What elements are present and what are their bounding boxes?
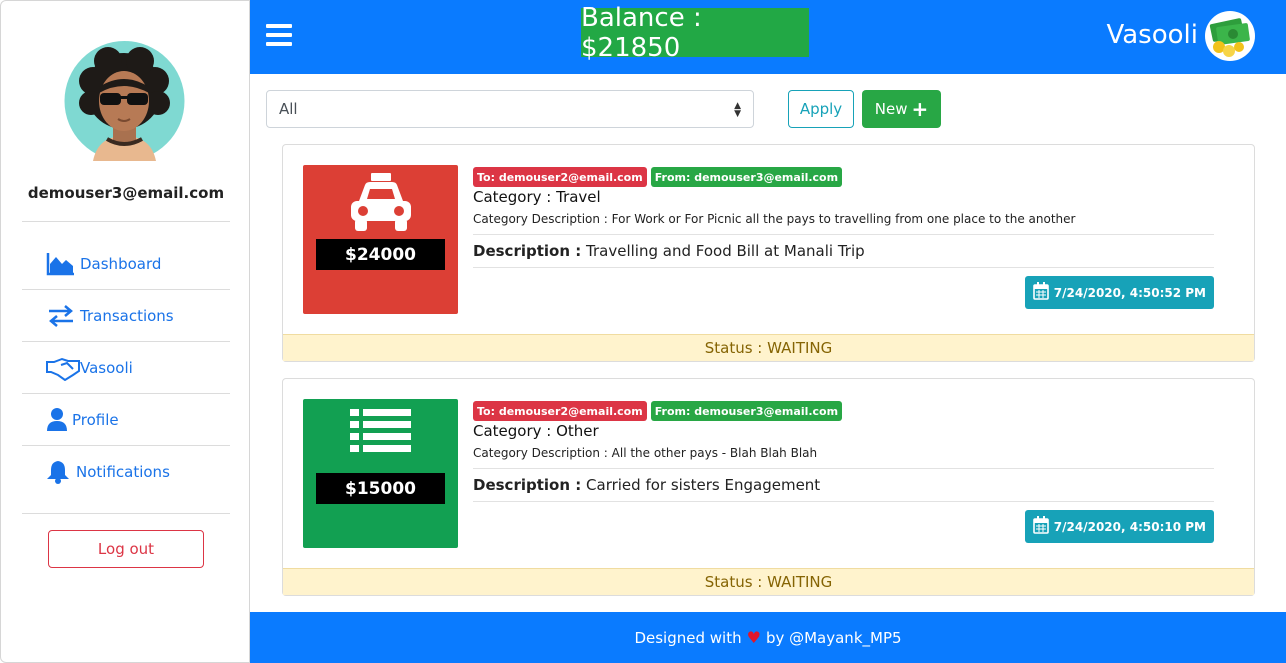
footer: Designed with ♥ by @Mayank_MP5 — [250, 612, 1286, 663]
sidebar-item-profile[interactable]: Profile — [22, 394, 230, 446]
sidebar-item-label: Transactions — [80, 307, 174, 325]
date-badge: 7/24/2020, 4:50:10 PM — [1024, 510, 1214, 543]
category-title: Category : Travel — [473, 188, 601, 206]
status-bar: Status : WAITING — [283, 334, 1254, 361]
brand-name[interactable]: Vasooli — [1106, 20, 1198, 50]
transaction-card[interactable]: $24000 To: demouser2@email.com From: dem… — [282, 144, 1255, 362]
sidebar-item-dashboard[interactable]: Dashboard — [22, 238, 230, 290]
to-badge: To: demouser2@email.com — [473, 401, 647, 421]
apply-button[interactable]: Apply — [788, 90, 854, 128]
to-badge: To: demouser2@email.com — [473, 167, 647, 187]
divider — [473, 267, 1214, 268]
divider — [473, 234, 1214, 235]
divider — [22, 221, 230, 222]
user-avatar — [63, 41, 186, 161]
footer-text-after: by @Mayank_MP5 — [765, 628, 902, 647]
calendar-icon — [1032, 282, 1049, 303]
sidebar-item-notifications[interactable]: Notifications — [22, 446, 230, 498]
divider — [473, 501, 1214, 502]
sidebar-item-label: Notifications — [76, 463, 170, 481]
description-text: Travelling and Food Bill at Manali Trip — [586, 242, 865, 260]
transaction-amount: $24000 — [316, 239, 445, 270]
footer-text-before: Designed with — [634, 628, 742, 647]
from-badge: From: demouser3@email.com — [650, 167, 843, 187]
new-transaction-button[interactable]: New + — [862, 90, 941, 128]
menu-icon[interactable] — [266, 24, 292, 46]
transaction-card[interactable]: $15000 To: demouser2@email.com From: dem… — [282, 378, 1255, 596]
logout-button[interactable]: Log out — [48, 530, 204, 568]
category-filter-select[interactable]: All ▲ ▼ — [266, 90, 754, 128]
transaction-amount: $15000 — [316, 473, 445, 504]
top-navbar: Balance : $21850 Vasooli — [250, 0, 1286, 74]
list-icon — [343, 405, 418, 467]
category-tile: $24000 — [303, 165, 458, 314]
category-tile: $15000 — [303, 399, 458, 548]
divider — [22, 513, 230, 514]
description-label: Description : — [473, 242, 582, 260]
sidebar-item-label: Vasooli — [80, 359, 133, 377]
sidebar-item-vasooli[interactable]: Vasooli — [22, 342, 230, 394]
heart-icon: ♥ — [746, 628, 761, 647]
sidebar-item-label: Profile — [72, 411, 119, 429]
date-badge: 7/24/2020, 4:50:52 PM — [1024, 276, 1214, 309]
filter-selected-value: All — [279, 100, 298, 118]
sidebar-item-label: Dashboard — [80, 255, 162, 273]
from-badge: From: demouser3@email.com — [650, 401, 843, 421]
category-description: Category Description : All the other pay… — [473, 446, 818, 460]
divider — [473, 468, 1214, 469]
taxi-icon — [343, 171, 418, 233]
new-button-label: New — [874, 100, 908, 118]
sidebar-item-transactions[interactable]: Transactions — [22, 290, 230, 342]
calendar-icon — [1032, 516, 1049, 537]
user-icon — [46, 407, 68, 433]
bell-icon — [46, 459, 72, 485]
sidebar: demouser3@email.com Dashboard Transactio… — [0, 0, 250, 663]
transaction-date: 7/24/2020, 4:50:10 PM — [1053, 519, 1206, 534]
plus-icon: + — [911, 97, 929, 121]
area-chart-icon — [46, 251, 76, 277]
transaction-description: Description : Carried for sisters Engage… — [473, 476, 820, 494]
transaction-date: 7/24/2020, 4:50:52 PM — [1053, 285, 1206, 300]
transaction-description: Description : Travelling and Food Bill a… — [473, 242, 865, 260]
user-email: demouser3@email.com — [27, 184, 225, 202]
category-description: Category Description : For Work or For P… — [473, 212, 1076, 226]
exchange-icon — [46, 303, 76, 329]
money-logo-icon — [1205, 11, 1255, 61]
select-caret-icon: ▲ ▼ — [734, 101, 741, 119]
category-title: Category : Other — [473, 422, 599, 440]
status-bar: Status : WAITING — [283, 568, 1254, 595]
description-text: Carried for sisters Engagement — [586, 476, 821, 494]
description-label: Description : — [473, 476, 582, 494]
handshake-icon — [46, 355, 80, 382]
balance-display: Balance : $21850 — [581, 3, 809, 63]
